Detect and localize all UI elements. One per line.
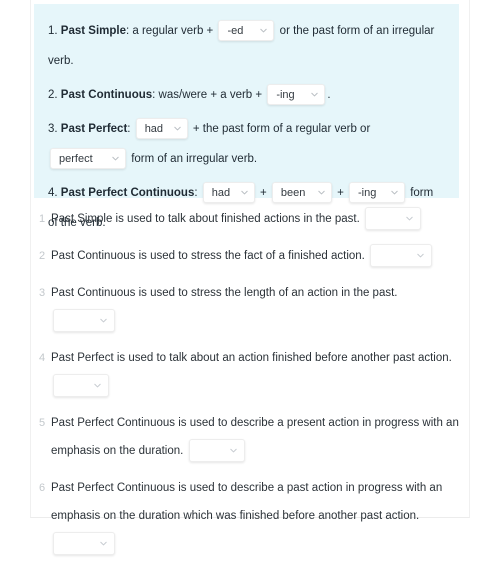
question-6-text: Past Perfect Continuous is used to descr… bbox=[51, 482, 443, 522]
rule-4-dropdown-3-value: -ing bbox=[358, 186, 377, 199]
rule-4-title: Past Perfect Continuous bbox=[60, 187, 195, 199]
rule-item-3: 3. Past Perfect: had + the past form of … bbox=[48, 114, 445, 174]
question-4-answer-dropdown[interactable] bbox=[53, 374, 109, 398]
question-3-answer-dropdown[interactable] bbox=[53, 309, 115, 333]
question-3-number: 3 bbox=[39, 287, 46, 299]
question-3-body: Past Continuous is used to stress the le… bbox=[51, 279, 464, 335]
rule-3-number: 3. bbox=[48, 123, 58, 135]
rule-2-number: 2. bbox=[48, 89, 58, 101]
rule-1-before: : a regular verb + bbox=[126, 25, 214, 37]
chevron-down-icon bbox=[111, 154, 120, 163]
question-row-2: 2 Past Continuous is used to stress the … bbox=[34, 242, 464, 270]
chevron-down-icon bbox=[310, 90, 319, 99]
chevron-down-icon bbox=[405, 214, 414, 223]
question-6-answer-dropdown[interactable] bbox=[53, 532, 115, 556]
question-5-body: Past Perfect Continuous is used to descr… bbox=[51, 409, 464, 465]
rule-1-number: 1. bbox=[48, 25, 58, 37]
question-1-body: Past Simple is used to talk about finish… bbox=[51, 205, 464, 233]
rule-4-before: : bbox=[194, 187, 198, 199]
question-5-number: 5 bbox=[39, 417, 46, 429]
chevron-down-icon bbox=[93, 381, 102, 390]
question-3-text: Past Continuous is used to stress the le… bbox=[51, 287, 398, 299]
rule-2-title: Past Continuous bbox=[60, 89, 153, 101]
question-5-answer-dropdown[interactable] bbox=[188, 439, 245, 463]
rule-4-number: 4. bbox=[48, 187, 58, 199]
rule-2-after: . bbox=[327, 89, 331, 101]
question-6-number: 6 bbox=[39, 482, 46, 494]
rule-4-plus-1: + bbox=[259, 187, 267, 199]
chevron-down-icon bbox=[229, 446, 238, 455]
rule-3-after: form of an irregular verb. bbox=[131, 153, 258, 165]
grammar-rules-panel: 1. Past Simple: a regular verb + -ed or … bbox=[34, 4, 459, 229]
rule-4-dropdown-2-value: been bbox=[280, 186, 306, 199]
question-row-3: 3 Past Continuous is used to stress the … bbox=[34, 279, 464, 335]
chevron-down-icon bbox=[416, 251, 425, 260]
question-row-5: 5 Past Perfect Continuous is used to des… bbox=[34, 409, 464, 465]
chevron-down-icon bbox=[390, 188, 399, 197]
question-4-number: 4 bbox=[39, 352, 46, 364]
rule-4-plus-2: + bbox=[337, 187, 344, 199]
rule-3-dropdown-1-value: had bbox=[144, 122, 164, 135]
rule-item-1: 1. Past Simple: a regular verb + -ed or … bbox=[48, 16, 445, 76]
question-row-4: 4 Past Perfect is used to talk about an … bbox=[34, 344, 464, 400]
rule-4-dropdown-1-value: had bbox=[211, 186, 231, 199]
chevron-down-icon bbox=[259, 26, 268, 35]
rule-2-before: : was/were + a verb + bbox=[152, 89, 263, 101]
question-row-1: 1 Past Simple is used to talk about fini… bbox=[34, 205, 464, 233]
question-4-text: Past Perfect is used to talk about an ac… bbox=[51, 352, 452, 364]
question-4-body: Past Perfect is used to talk about an ac… bbox=[51, 344, 464, 400]
question-1-text: Past Simple is used to talk about finish… bbox=[51, 213, 360, 225]
chevron-down-icon bbox=[240, 188, 249, 197]
rule-1-dropdown-suffix[interactable]: -ed bbox=[218, 20, 275, 42]
rule-3-before: : bbox=[127, 123, 131, 135]
rule-4-dropdown-been[interactable]: been bbox=[271, 182, 332, 204]
question-1-answer-dropdown[interactable] bbox=[364, 207, 421, 231]
question-row-6: 6 Past Perfect Continuous is used to des… bbox=[34, 474, 464, 558]
rule-4-dropdown-suffix[interactable]: -ing bbox=[349, 182, 406, 204]
question-5-text: Past Perfect Continuous is used to descr… bbox=[51, 417, 459, 457]
rule-1-title: Past Simple bbox=[60, 25, 126, 37]
exercise-page: 1. Past Simple: a regular verb + -ed or … bbox=[30, 0, 470, 556]
rule-3-dropdown-2-value: perfect bbox=[59, 152, 93, 165]
rule-2-dropdown-suffix[interactable]: -ing bbox=[267, 84, 326, 106]
rule-3-dropdown-auxiliary[interactable]: had bbox=[135, 118, 188, 140]
chevron-down-icon bbox=[99, 539, 108, 548]
question-2-number: 2 bbox=[39, 250, 46, 262]
question-2-text: Past Continuous is used to stress the fa… bbox=[51, 250, 365, 262]
question-2-answer-dropdown[interactable] bbox=[370, 244, 433, 268]
chevron-down-icon bbox=[173, 124, 182, 133]
rule-3-middle: + the past form of a regular verb or bbox=[192, 123, 371, 135]
chevron-down-icon bbox=[317, 188, 326, 197]
rule-item-2: 2. Past Continuous: was/were + a verb + … bbox=[48, 80, 445, 110]
rule-2-dropdown-value: -ing bbox=[276, 88, 295, 101]
question-1-number: 1 bbox=[39, 213, 46, 225]
rule-1-dropdown-value: -ed bbox=[227, 24, 244, 37]
rule-3-title: Past Perfect bbox=[60, 123, 128, 135]
rule-3-dropdown-participle[interactable]: perfect bbox=[50, 148, 126, 170]
chevron-down-icon bbox=[99, 316, 108, 325]
question-6-body: Past Perfect Continuous is used to descr… bbox=[51, 474, 464, 558]
question-2-body: Past Continuous is used to stress the fa… bbox=[51, 242, 464, 270]
rule-4-dropdown-auxiliary[interactable]: had bbox=[202, 182, 255, 204]
questions-list: 1 Past Simple is used to talk about fini… bbox=[34, 205, 464, 567]
